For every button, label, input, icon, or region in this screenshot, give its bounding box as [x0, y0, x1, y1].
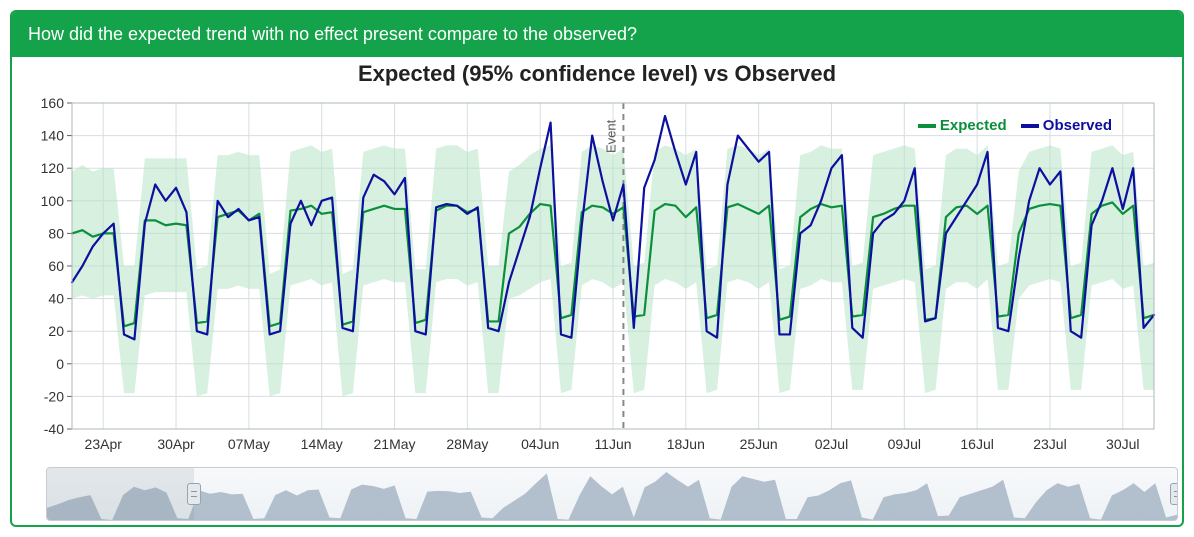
svg-text:23Apr: 23Apr: [85, 436, 123, 452]
svg-text:140: 140: [41, 128, 65, 144]
svg-text:60: 60: [48, 258, 64, 274]
svg-text:11Jun: 11Jun: [594, 436, 631, 452]
svg-text:14May: 14May: [301, 436, 343, 452]
svg-text:160: 160: [41, 97, 65, 111]
svg-text:-20: -20: [44, 388, 64, 404]
mini-chart-svg: [47, 468, 1177, 521]
event-label: Event: [603, 119, 618, 153]
legend-expected-label: Expected: [940, 117, 1007, 134]
svg-text:120: 120: [41, 160, 65, 176]
svg-text:07May: 07May: [228, 436, 270, 452]
chart-legend: Expected Observed: [908, 117, 1112, 134]
svg-text:20: 20: [48, 323, 64, 339]
legend-observed-label: Observed: [1043, 117, 1112, 134]
svg-text:16Jul: 16Jul: [960, 436, 993, 452]
chart-area: Event -40 -20 0 20 40 60 80 100 120 140 160 23Apr 30A…: [12, 91, 1182, 463]
svg-text:21May: 21May: [374, 436, 416, 452]
range-slider[interactable]: [46, 467, 1178, 521]
svg-text:25Jun: 25Jun: [740, 436, 778, 452]
chart-panel: How did the expected trend with no effec…: [10, 10, 1184, 527]
legend-swatch-expected: [918, 124, 936, 128]
svg-text:30Apr: 30Apr: [157, 436, 195, 452]
svg-text:80: 80: [48, 225, 64, 241]
svg-text:28May: 28May: [446, 436, 488, 452]
chart-title: Expected (95% confidence level) vs Obser…: [12, 61, 1182, 87]
svg-text:30Jul: 30Jul: [1106, 436, 1139, 452]
svg-text:09Jul: 09Jul: [888, 436, 921, 452]
svg-text:-40: -40: [44, 421, 64, 437]
svg-text:100: 100: [41, 193, 65, 209]
svg-text:02Jul: 02Jul: [815, 436, 848, 452]
svg-text:18Jun: 18Jun: [667, 436, 705, 452]
panel-question: How did the expected trend with no effec…: [28, 24, 637, 44]
legend-swatch-observed: [1021, 124, 1039, 128]
panel-header: How did the expected trend with no effec…: [12, 12, 1182, 57]
range-handle-right[interactable]: [1170, 483, 1178, 505]
svg-text:0: 0: [56, 356, 64, 372]
svg-text:40: 40: [48, 291, 64, 307]
range-handle-left[interactable]: [187, 483, 201, 505]
main-chart-svg[interactable]: Event -40 -20 0 20 40 60 80 100 120 140 160 23Apr 30A…: [18, 97, 1168, 457]
svg-text:04Jun: 04Jun: [521, 436, 559, 452]
panel-body: Expected (95% confidence level) vs Obser…: [12, 61, 1182, 521]
range-shade-left: [47, 468, 194, 520]
svg-text:23Jul: 23Jul: [1033, 436, 1066, 452]
